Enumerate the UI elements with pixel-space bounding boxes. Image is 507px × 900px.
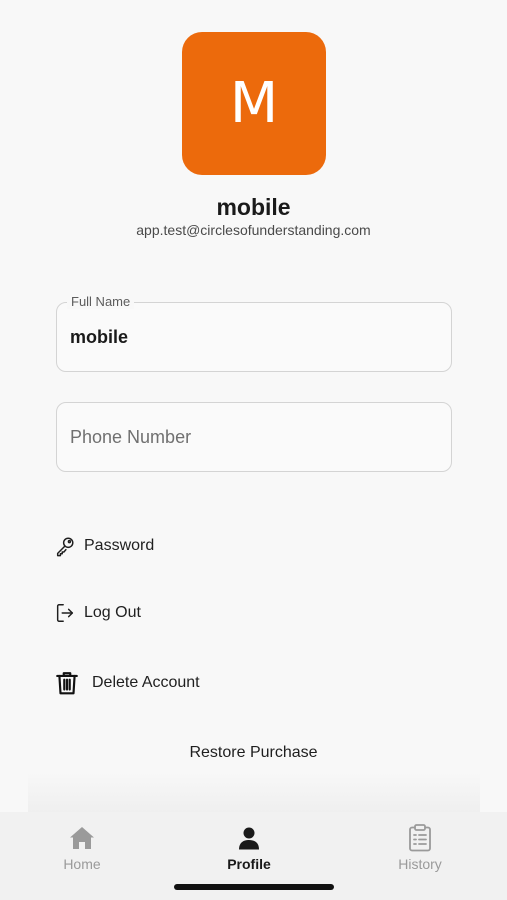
restore-purchase-button[interactable]: Restore Purchase	[150, 744, 357, 762]
delete-account-label: Delete Account	[92, 674, 200, 691]
tab-history-label: History	[398, 856, 442, 872]
profile-name: mobile	[216, 194, 291, 220]
tab-home-label: Home	[63, 856, 101, 872]
log-out-icon	[54, 602, 76, 624]
home-indicator	[174, 884, 334, 890]
log-out-button[interactable]: Log Out	[54, 596, 141, 630]
avatar-initial: M	[229, 71, 279, 136]
avatar[interactable]: M	[182, 32, 326, 175]
tab-profile-label: Profile	[227, 856, 271, 872]
delete-account-button[interactable]: Delete Account	[54, 666, 200, 700]
scroll-fade	[28, 772, 480, 812]
tab-home[interactable]: Home	[32, 824, 132, 880]
password-button[interactable]: Password	[54, 529, 154, 563]
phone-number-input[interactable]	[70, 403, 440, 471]
trash-icon	[54, 670, 80, 696]
tab-profile[interactable]: Profile	[199, 824, 299, 880]
profile-email: app.test@circlesofunderstanding.com	[136, 222, 371, 238]
full-name-input[interactable]	[70, 303, 440, 371]
full-name-field[interactable]: Full Name	[56, 294, 452, 372]
password-label: Password	[84, 537, 155, 554]
phone-number-field[interactable]	[56, 402, 452, 472]
person-icon	[237, 824, 261, 852]
log-out-label: Log Out	[84, 604, 141, 621]
tab-history[interactable]: History	[370, 824, 470, 880]
key-icon	[54, 535, 76, 557]
clipboard-icon	[408, 824, 432, 852]
home-icon	[69, 824, 95, 852]
